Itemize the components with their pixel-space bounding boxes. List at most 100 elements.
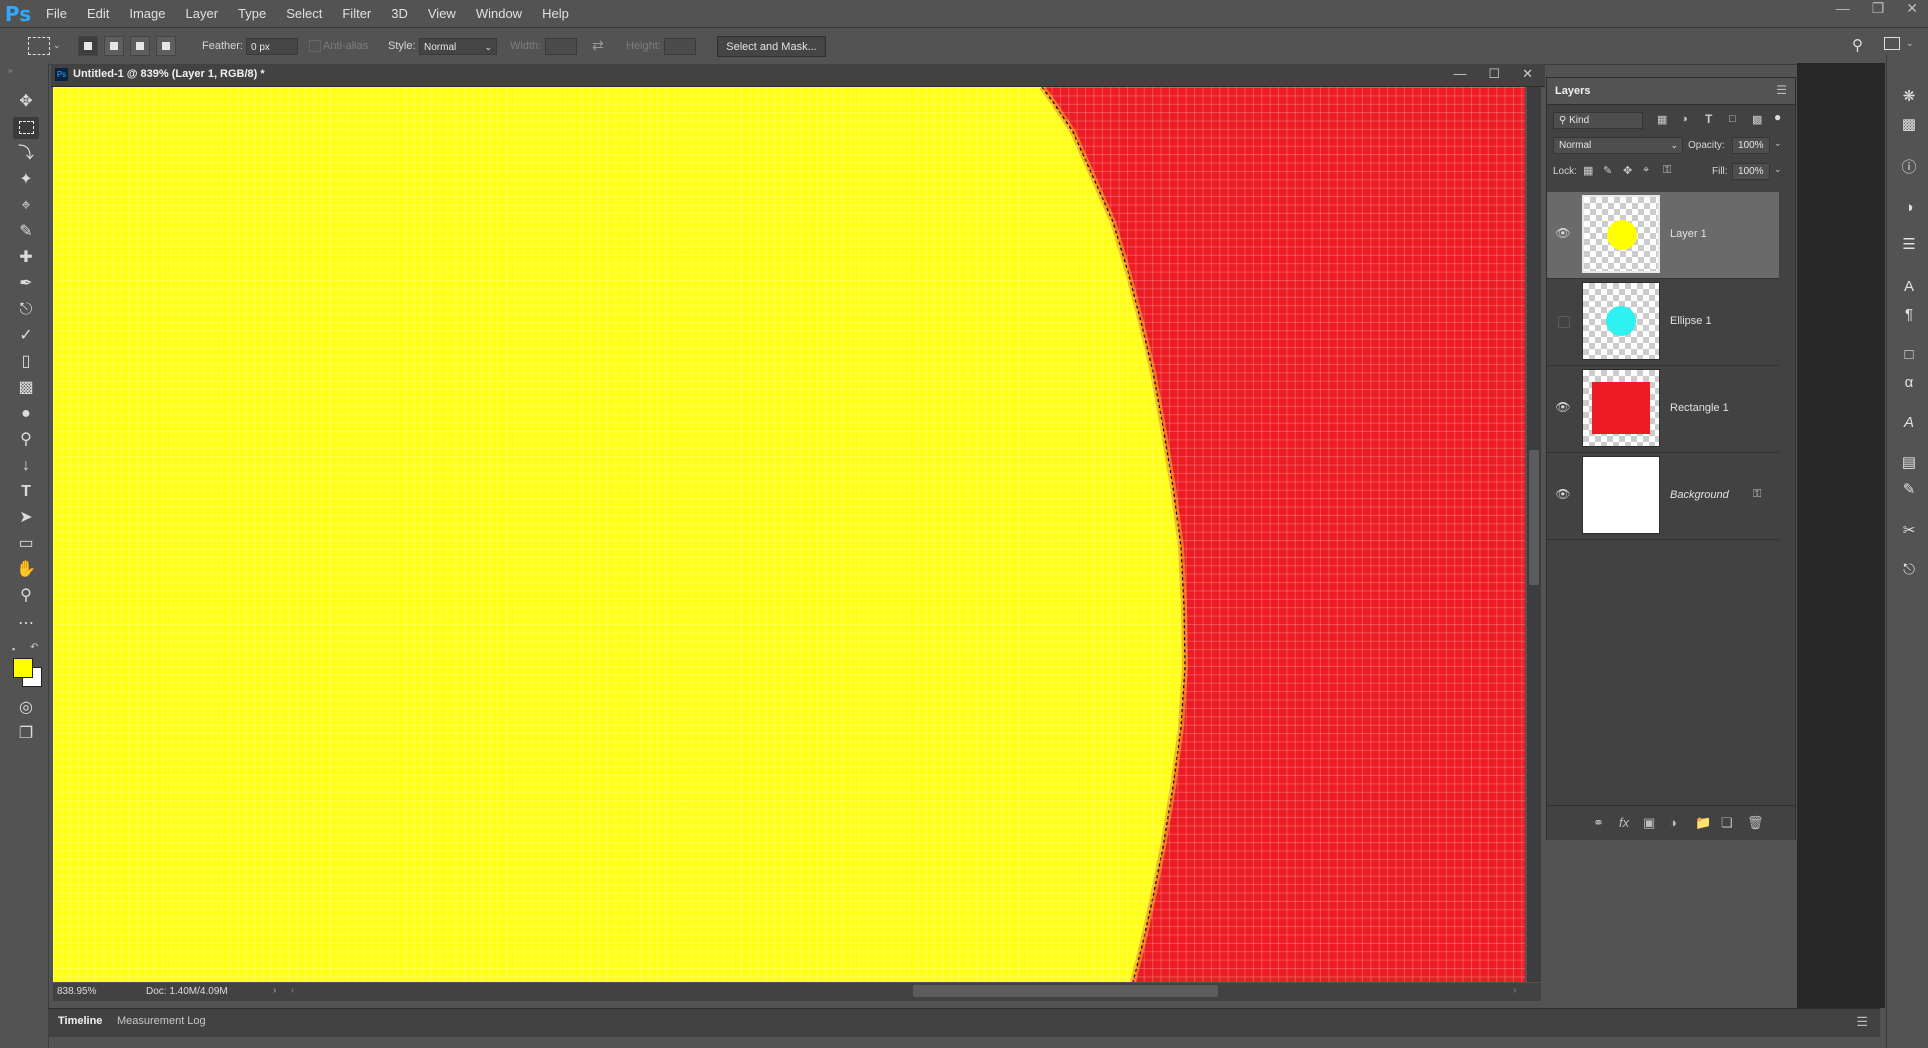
marquee-tool-icon[interactable]: [13, 117, 39, 139]
scroll-left-icon[interactable]: ‹: [291, 985, 294, 996]
filter-adjustment-icon[interactable]: ◑: [1681, 113, 1688, 125]
add-to-selection-button[interactable]: [104, 36, 124, 56]
hand-tool-icon[interactable]: ✋: [13, 559, 39, 581]
menu-3d[interactable]: 3D: [381, 6, 418, 21]
filter-shape-icon[interactable]: □: [1729, 113, 1736, 125]
navigator-icon[interactable]: ❋: [1899, 87, 1919, 107]
feather-input[interactable]: 0 px: [246, 38, 298, 55]
eyedropper-tool-icon[interactable]: ✎: [13, 221, 39, 243]
rectangle-tool-icon[interactable]: ▭: [13, 533, 39, 555]
layer-thumbnail[interactable]: [1582, 369, 1660, 447]
menu-layer[interactable]: Layer: [176, 6, 229, 21]
width-input[interactable]: [545, 38, 577, 55]
collapse-icon[interactable]: »: [8, 66, 12, 75]
search-icon[interactable]: ⚲: [1852, 36, 1863, 54]
layer-thumbnail[interactable]: [1582, 456, 1660, 534]
swap-colors-icon[interactable]: ↶: [30, 642, 38, 653]
lock-all-icon[interactable]: ⚿: [1663, 164, 1671, 177]
more-tools-icon[interactable]: ⋯: [13, 613, 39, 635]
subtract-from-selection-button[interactable]: [130, 36, 150, 56]
document-canvas[interactable]: [53, 87, 1525, 982]
lock-transparency-icon[interactable]: ▦: [1583, 164, 1593, 177]
menu-filter[interactable]: Filter: [332, 6, 381, 21]
default-colors-icon[interactable]: ▪: [12, 644, 15, 654]
panel-menu-icon[interactable]: ☰: [1776, 83, 1787, 97]
path-selection-tool-icon[interactable]: ➤: [13, 507, 39, 529]
clone-stamp-tool-icon[interactable]: ⎋: [13, 299, 39, 321]
type-tool-icon[interactable]: T: [13, 481, 39, 503]
add-mask-icon[interactable]: ▣: [1643, 815, 1655, 831]
status-menu-arrow-icon[interactable]: ›: [273, 985, 276, 996]
scroll-right-icon[interactable]: ›: [1513, 985, 1516, 996]
chevron-down-icon[interactable]: ⌄: [1774, 138, 1782, 149]
notes-icon[interactable]: ✎: [1899, 480, 1919, 500]
zoom-tool-icon[interactable]: ⚲: [13, 585, 39, 607]
pen-tool-icon[interactable]: ↓: [13, 455, 39, 477]
layer-row-layer-1[interactable]: 👁 Layer 1: [1547, 192, 1779, 279]
filter-pixel-icon[interactable]: ▦: [1657, 113, 1667, 126]
menu-window[interactable]: Window: [466, 6, 532, 21]
panel-menu-icon[interactable]: ☰: [1856, 1014, 1868, 1030]
lasso-tool-icon[interactable]: ⤵: [13, 143, 39, 165]
menu-edit[interactable]: Edit: [77, 6, 119, 21]
filter-type-icon[interactable]: T: [1705, 112, 1712, 126]
menu-select[interactable]: Select: [276, 6, 332, 21]
vertical-scroll-thumb[interactable]: [1529, 450, 1539, 585]
intersect-selection-button[interactable]: [156, 36, 176, 56]
info-icon[interactable]: ⓘ: [1899, 158, 1919, 178]
adjustments-icon[interactable]: ◑: [1899, 198, 1919, 218]
blur-tool-icon[interactable]: ●: [13, 403, 39, 425]
tab-measurement-log[interactable]: Measurement Log: [117, 1015, 206, 1027]
tab-timeline[interactable]: Timeline: [58, 1015, 102, 1027]
paragraph-styles-icon[interactable]: α: [1899, 373, 1919, 393]
chevron-down-icon[interactable]: ⌄: [1774, 164, 1782, 175]
menu-image[interactable]: Image: [119, 6, 175, 21]
foreground-color-swatch[interactable]: [13, 658, 33, 678]
menu-view[interactable]: View: [418, 6, 466, 21]
move-tool-icon[interactable]: ✥: [13, 91, 39, 113]
crop-tool-icon[interactable]: ⌖: [13, 195, 39, 217]
eye-icon[interactable]: 👁: [1555, 226, 1571, 240]
menu-file[interactable]: File: [36, 6, 77, 21]
delete-layer-icon[interactable]: 🗑: [1747, 815, 1764, 831]
workspace-icon[interactable]: [1884, 37, 1900, 50]
marquee-preset-icon[interactable]: [28, 37, 50, 55]
chevron-down-icon[interactable]: ⌄: [53, 40, 61, 51]
new-group-icon[interactable]: 📁: [1695, 815, 1711, 831]
blend-mode-select[interactable]: Normal ⌄: [1553, 137, 1683, 154]
layer-row-rectangle-1[interactable]: 👁 Rectangle 1: [1547, 366, 1779, 453]
lock-image-icon[interactable]: ✎: [1603, 164, 1612, 177]
magic-wand-tool-icon[interactable]: ✦: [13, 169, 39, 191]
style-select[interactable]: Normal ⌄: [419, 38, 497, 55]
select-and-mask-button[interactable]: Select and Mask...: [717, 36, 826, 57]
histogram-icon[interactable]: ▩: [1899, 115, 1919, 135]
lock-position-icon[interactable]: ✥: [1623, 164, 1632, 177]
screen-mode-icon[interactable]: ❐: [13, 723, 39, 745]
layer-row-background[interactable]: 👁 Background ⚿: [1547, 453, 1779, 540]
swap-icon[interactable]: ⇄: [592, 37, 604, 54]
glyphs-icon[interactable]: A: [1899, 413, 1919, 433]
layer-name[interactable]: Background: [1670, 489, 1729, 501]
restore-icon[interactable]: ❐: [1872, 0, 1885, 20]
horizontal-scroll-thumb[interactable]: [913, 985, 1218, 997]
brush-tool-icon[interactable]: ✒: [13, 273, 39, 295]
zoom-level[interactable]: 838.95%: [57, 986, 96, 997]
document-tab[interactable]: Ps Untitled-1 @ 839% (Layer 1, RGB/8) * …: [51, 64, 1545, 87]
layer-thumbnail[interactable]: [1582, 282, 1660, 360]
fill-input[interactable]: 100%: [1732, 163, 1770, 180]
layer-thumbnail[interactable]: [1582, 195, 1660, 273]
clone-source-icon[interactable]: ⎋: [1899, 560, 1919, 580]
fx-icon[interactable]: fx: [1619, 815, 1629, 830]
menu-help[interactable]: Help: [532, 6, 579, 21]
dodge-tool-icon[interactable]: ⚲: [13, 429, 39, 451]
new-selection-button[interactable]: [78, 36, 98, 56]
layer-row-ellipse-1[interactable]: Ellipse 1: [1547, 279, 1779, 366]
height-input[interactable]: [664, 38, 696, 55]
visibility-toggle[interactable]: [1558, 316, 1570, 328]
minimize-icon[interactable]: —: [1453, 66, 1466, 82]
eye-icon[interactable]: 👁: [1555, 487, 1571, 501]
lock-artboard-icon[interactable]: ⌖: [1643, 164, 1649, 177]
eye-icon[interactable]: 👁: [1555, 400, 1571, 414]
layer-name[interactable]: Layer 1: [1670, 228, 1707, 240]
kind-filter-select[interactable]: ⚲ Kind: [1553, 112, 1643, 129]
